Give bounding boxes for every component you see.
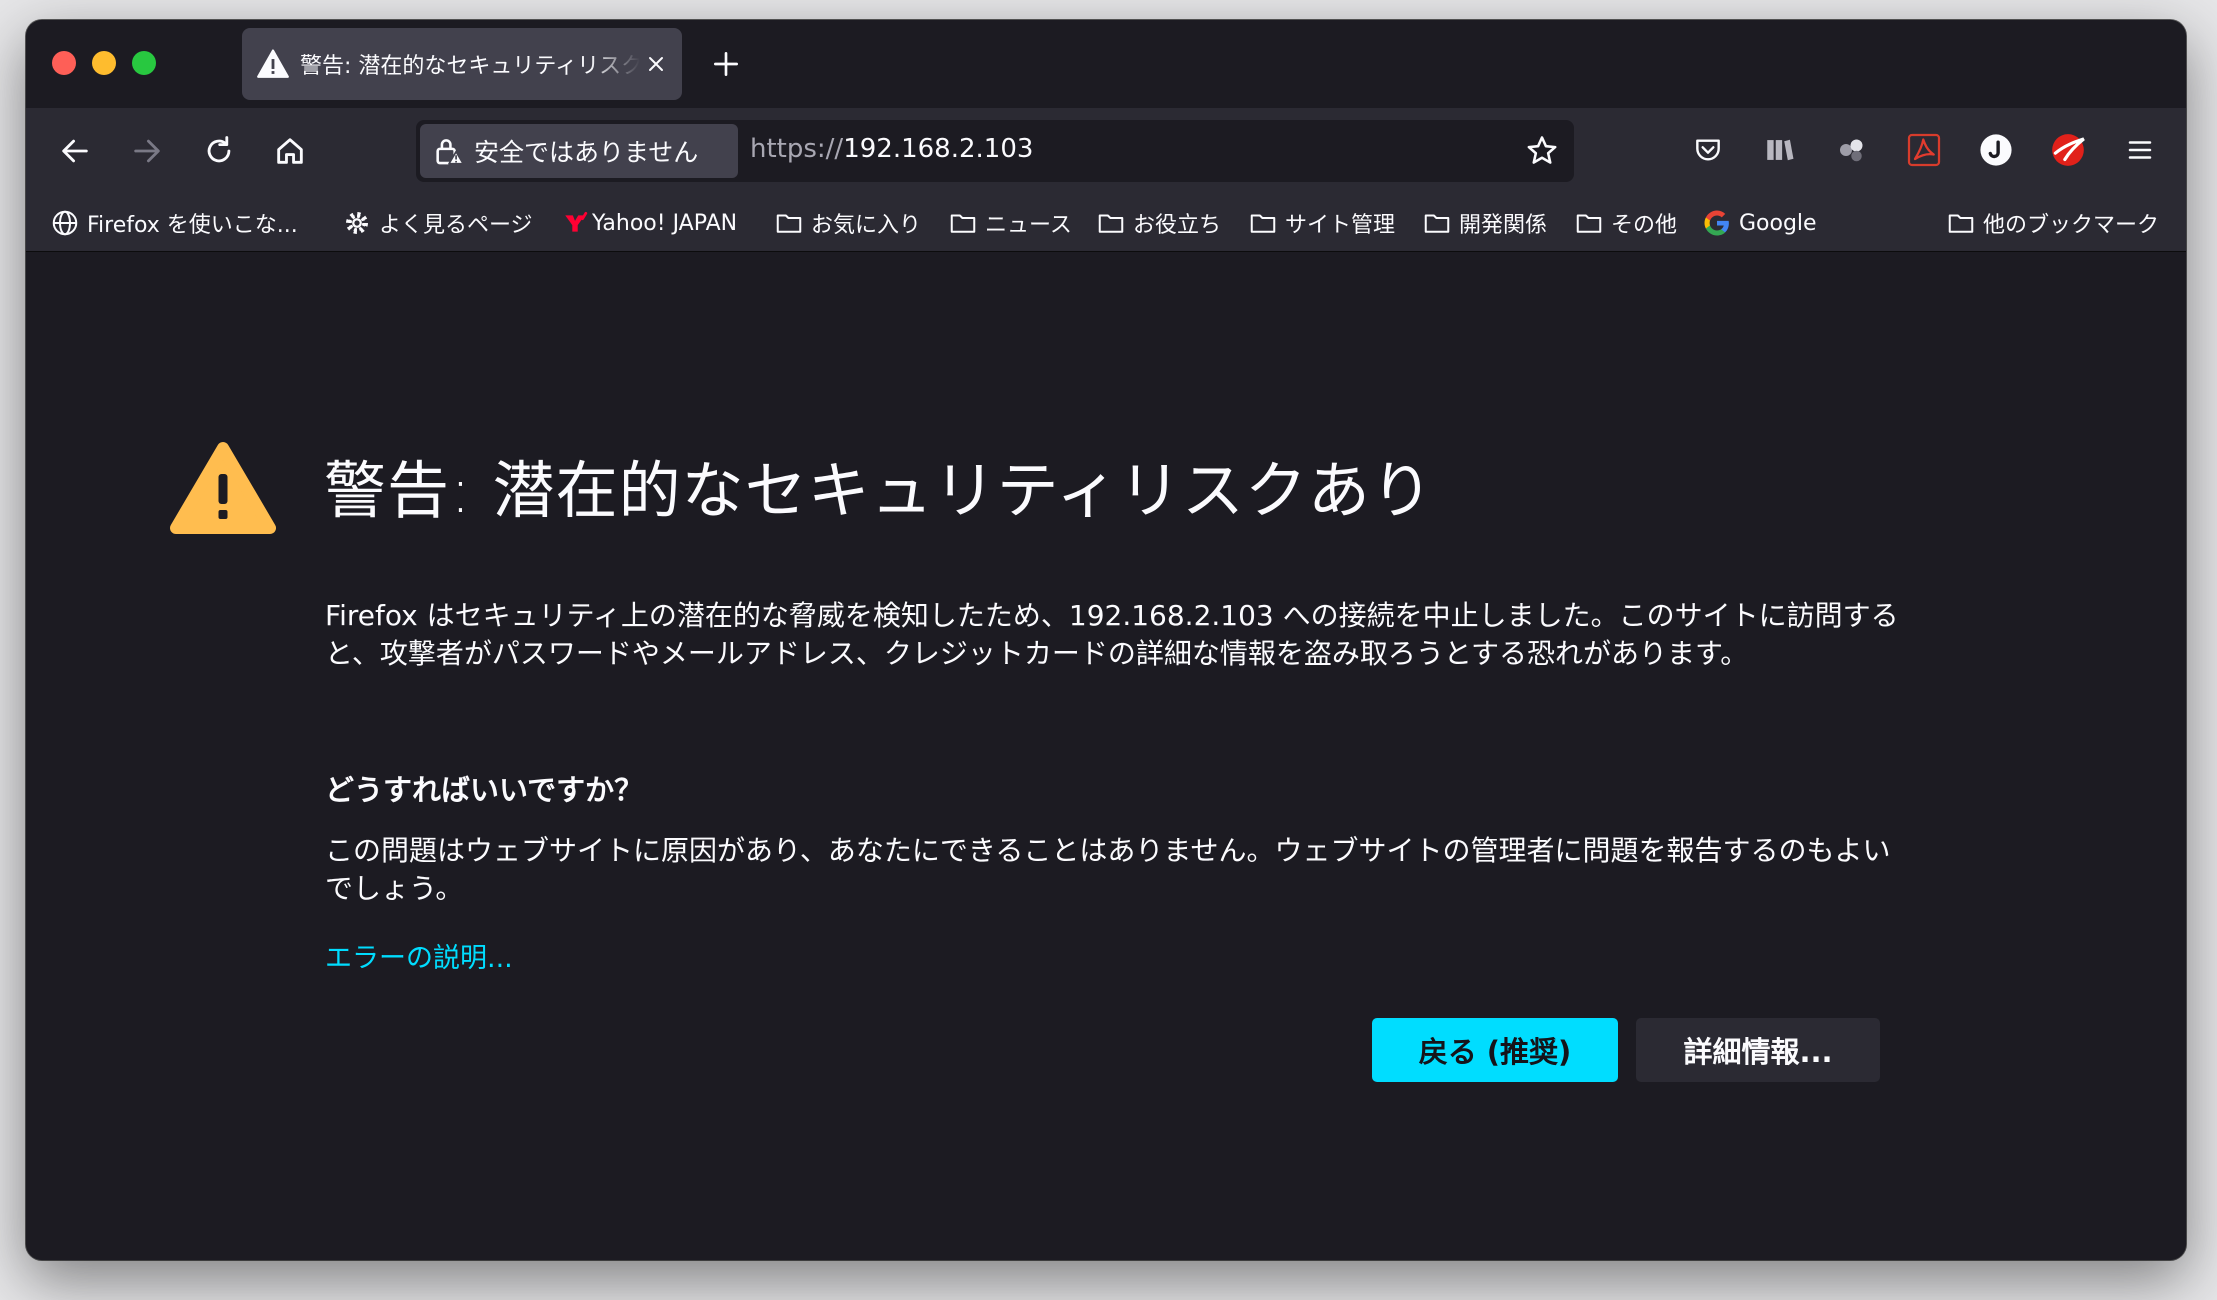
- warning-icon: [257, 49, 289, 78]
- zoom-window-button[interactable]: [132, 51, 156, 75]
- yahoo-icon: [562, 208, 588, 238]
- close-icon[interactable]: [644, 52, 668, 76]
- bookmark-label: Firefox を使いこな...: [87, 213, 298, 238]
- bookmark-item[interactable]: Yahoo! JAPAN: [562, 204, 737, 242]
- bookmark-label: 他のブックマーク: [1983, 213, 2160, 238]
- bookmark-label: Yahoo! JAPAN: [592, 210, 738, 236]
- pdf-extension-button[interactable]: [1902, 128, 1946, 172]
- bookmark-folder[interactable]: お気に入り: [774, 204, 921, 242]
- bookmark-folder[interactable]: お役立ち: [1096, 204, 1221, 242]
- bookmark-label: お気に入り: [811, 213, 922, 238]
- bookmark-item[interactable]: Firefox を使いこな...: [50, 204, 298, 242]
- arrow-left-icon: [62, 139, 88, 163]
- folder-icon: [948, 208, 978, 238]
- bookmark-label: サイト管理: [1285, 213, 1396, 238]
- bookmark-label: 開発関係: [1459, 213, 1548, 238]
- other-bookmarks-folder[interactable]: 他のブックマーク: [1946, 204, 2159, 242]
- tab-title: 警告: 潜在的なセキュリティリスク: [300, 54, 640, 79]
- reload-button[interactable]: [196, 128, 242, 174]
- home-icon: [277, 138, 303, 164]
- url-bar[interactable]: 安全ではありません https://192.168.2.103: [416, 120, 1574, 182]
- what-to-do-heading: どうすればいいですか？: [325, 773, 644, 807]
- warning-icon: [170, 442, 276, 534]
- globe-icon: [50, 208, 80, 238]
- bookmark-folder[interactable]: ニュース: [948, 204, 1072, 242]
- bookmark-label: ニュース: [985, 213, 1072, 238]
- bookmark-label: よく見るページ: [379, 213, 533, 238]
- bookmark-star-icon[interactable]: [1524, 133, 1560, 169]
- bookmark-folder[interactable]: その他: [1574, 204, 1677, 242]
- reader-library-button[interactable]: [1758, 128, 1802, 172]
- forward-button[interactable]: [124, 128, 170, 174]
- pocket-icon: [1696, 139, 1720, 161]
- nav-bar: 安全ではありません https://192.168.2.103: [26, 108, 2186, 194]
- bookmarks-toolbar: Firefox を使いこな... よく見るページ Yahoo! JAPAN お気…: [26, 194, 2186, 252]
- error-page: 警告: 潜在的なセキュリティリスクあり Firefox はセキュリティ上の潜在的…: [26, 252, 2186, 1260]
- page-title: 警告: 潜在的なセキュリティリスクあり: [324, 454, 1434, 527]
- reload-icon: [207, 136, 231, 163]
- go-back-button[interactable]: 戻る (推奨): [1372, 1018, 1618, 1082]
- google-icon: [1702, 208, 1732, 238]
- pocket-button[interactable]: [1686, 128, 1730, 172]
- minimize-window-button[interactable]: [92, 51, 116, 75]
- library-icon: [1767, 139, 1794, 161]
- extension-icon: [1840, 139, 1863, 162]
- avatar-icon: [1980, 134, 2012, 166]
- trend-micro-icon: [2052, 134, 2085, 166]
- home-button[interactable]: [267, 128, 313, 174]
- back-button[interactable]: [52, 128, 98, 174]
- folder-icon: [774, 208, 804, 238]
- folder-icon: [1574, 208, 1604, 238]
- url-text[interactable]: https://192.168.2.103: [750, 134, 1033, 164]
- browser-window: 警告: 潜在的なセキュリティリスク 安全ではありません https://192.…: [26, 20, 2186, 1260]
- learn-more-link[interactable]: エラーの説明...: [325, 936, 513, 975]
- url-host: 192.168.2.103: [843, 134, 1034, 164]
- tab-strip: 警告: 潜在的なセキュリティリスク: [26, 20, 2186, 108]
- bookmark-label: その他: [1611, 213, 1678, 238]
- bookmark-item[interactable]: Google: [1702, 204, 1817, 242]
- bookmark-label: Google: [1739, 210, 1817, 236]
- folder-icon: [1096, 208, 1126, 238]
- hamburger-icon: [2128, 141, 2152, 159]
- bookmark-folder[interactable]: サイト管理: [1248, 204, 1395, 242]
- menu-button[interactable]: [2118, 128, 2162, 172]
- close-window-button[interactable]: [52, 51, 76, 75]
- folder-icon: [1248, 208, 1278, 238]
- profile-button[interactable]: [1974, 128, 2018, 172]
- identity-box[interactable]: 安全ではありません: [420, 124, 738, 178]
- identity-label: 安全ではありません: [474, 138, 699, 167]
- arrow-right-icon: [134, 139, 160, 163]
- what-to-do-text: この問題はウェブサイトに原因があり、あなたにできることはありません。ウェブサイト…: [325, 834, 1891, 905]
- insecure-lock-icon: [436, 139, 465, 165]
- plus-icon[interactable]: [710, 48, 742, 80]
- tab-active[interactable]: 警告: 潜在的なセキュリティリスク: [242, 28, 682, 100]
- extension-button[interactable]: [1830, 128, 1874, 172]
- error-description: Firefox はセキュリティ上の潜在的な脅威を検知したため、192.168.2…: [325, 599, 1899, 670]
- acrobat-icon: [1907, 133, 1941, 167]
- gear-icon: [342, 208, 372, 238]
- bookmark-label: お役立ち: [1133, 213, 1222, 238]
- folder-icon: [1946, 208, 1976, 238]
- url-scheme: https://: [750, 134, 844, 164]
- bookmark-item[interactable]: よく見るページ: [342, 204, 533, 242]
- advanced-button[interactable]: 詳細情報...: [1636, 1018, 1880, 1082]
- security-extension-button[interactable]: [2046, 128, 2090, 172]
- folder-icon: [1422, 208, 1452, 238]
- bookmark-folder[interactable]: 開発関係: [1422, 204, 1547, 242]
